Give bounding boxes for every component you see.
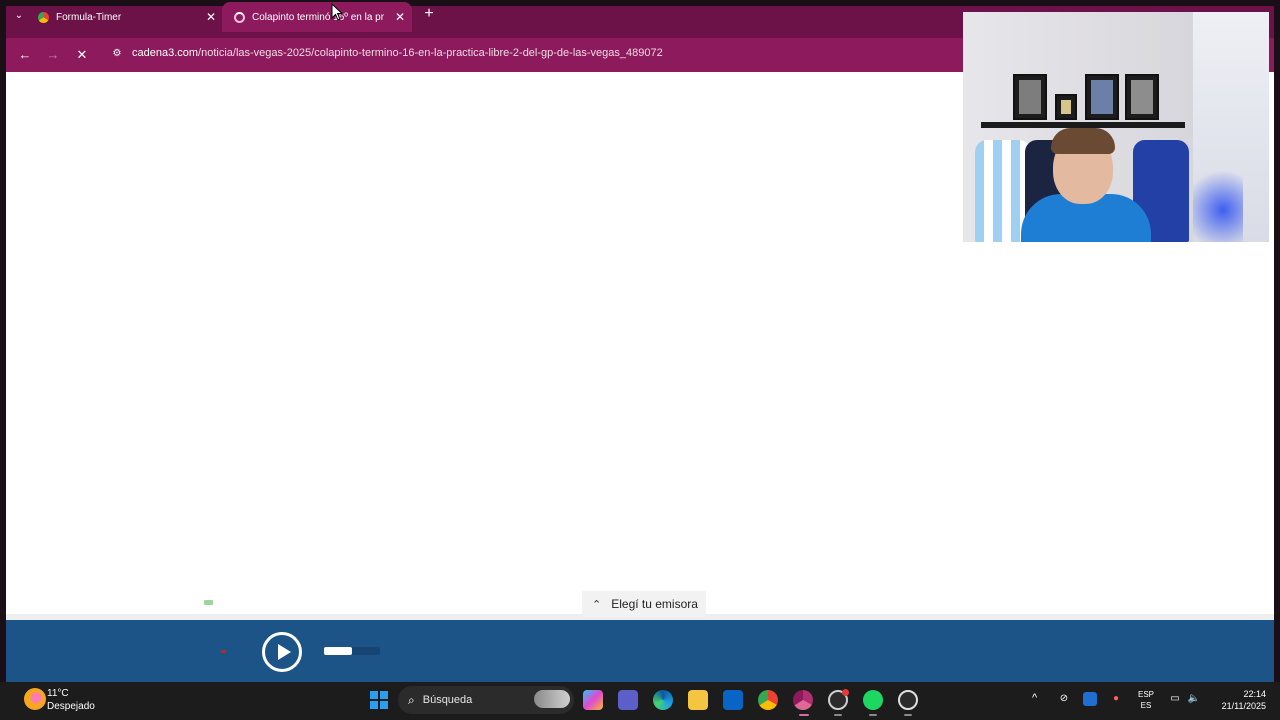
network-icon[interactable]: ▭	[1168, 692, 1182, 706]
mouse-cursor-icon	[331, 3, 343, 21]
stop-loading-button[interactable]: ✕	[73, 46, 91, 64]
active-app-indicator	[799, 714, 809, 716]
clock-time: 22:14	[1243, 689, 1266, 699]
screen: ⌄ Formula-Timer ✕ Colapinto terminó 16º …	[0, 0, 1280, 720]
url-host: cadena3.com	[132, 47, 199, 59]
volume-slider-fill	[324, 647, 352, 655]
new-tab-button[interactable]: +	[420, 6, 438, 24]
tray-overflow-chevron-icon[interactable]: ^	[1032, 692, 1037, 704]
clock-date: 21/11/2025	[1221, 701, 1266, 711]
language-code: ESP	[1138, 690, 1155, 699]
chrome-favicon-icon	[38, 11, 49, 23]
tab-colapinto[interactable]: Colapinto terminó 16º en la prá ✕	[222, 2, 412, 32]
webcam-frame	[1013, 74, 1047, 120]
webcam-frame	[1125, 74, 1159, 120]
webcam-frame	[1055, 94, 1077, 120]
teams-icon[interactable]	[618, 690, 638, 710]
volume-slider[interactable]	[324, 647, 380, 655]
microphone-icon[interactable]: ●	[1109, 692, 1123, 706]
open-app-indicator	[869, 714, 877, 716]
copilot-icon[interactable]	[583, 690, 603, 710]
chrome-profile-icon[interactable]	[793, 690, 813, 710]
forward-button[interactable]: →	[44, 46, 62, 64]
chrome-icon[interactable]	[758, 690, 778, 710]
tab-formula-timer[interactable]: Formula-Timer ✕	[38, 2, 222, 32]
site-info-icon[interactable]: ⚙	[110, 48, 124, 62]
keyboard-layout: ES	[1140, 701, 1152, 710]
choose-station-label: Elegí tu emisora	[611, 597, 698, 611]
tab-list-button[interactable]: ⌄	[10, 6, 28, 24]
network-off-icon[interactable]: ⊘	[1057, 692, 1071, 706]
start-button[interactable]	[370, 691, 388, 709]
live-marker	[221, 650, 226, 653]
language-indicator[interactable]: ESP ES	[1138, 689, 1154, 711]
chevron-up-icon: ⌃	[592, 598, 602, 611]
open-app-indicator	[834, 714, 842, 716]
weather-icon[interactable]	[24, 688, 46, 710]
defender-icon[interactable]	[1083, 692, 1097, 706]
webcam-person	[1021, 128, 1151, 242]
webcam-led-light	[1193, 162, 1243, 242]
search-icon: ⌕	[408, 692, 415, 707]
choose-station-button[interactable]: ⌃ Elegí tu emisora	[582, 591, 706, 617]
green-indicator	[204, 600, 213, 605]
loading-spinner-icon	[234, 11, 245, 23]
webcam-frame	[1085, 74, 1119, 120]
tab-title: Colapinto terminó 16º en la prá	[252, 11, 384, 23]
radio-player-bar	[6, 620, 1274, 682]
tab-title: Formula-Timer	[56, 11, 122, 23]
media-player-icon[interactable]	[898, 690, 918, 710]
spotify-icon[interactable]	[863, 690, 883, 710]
address-bar[interactable]: cadena3.com/noticia/las-vegas-2025/colap…	[132, 47, 663, 59]
back-button[interactable]: ←	[16, 46, 34, 64]
outlook-icon[interactable]	[723, 690, 743, 710]
volume-icon[interactable]: 🔈	[1187, 692, 1201, 706]
search-highlight-icon	[534, 690, 570, 708]
edge-icon[interactable]	[653, 690, 673, 710]
recording-badge	[842, 689, 849, 696]
close-icon[interactable]: ✕	[206, 11, 216, 23]
system-clock[interactable]: 22:14 21/11/2025	[1212, 688, 1266, 712]
url-path: /noticia/las-vegas-2025/colapinto-termin…	[198, 47, 663, 59]
open-app-indicator	[904, 714, 912, 716]
weather-temperature[interactable]: 11°C	[47, 688, 69, 699]
webcam-overlay	[963, 12, 1269, 242]
play-button[interactable]	[262, 632, 302, 672]
weather-description[interactable]: Despejado	[47, 701, 95, 712]
search-placeholder: Búsqueda	[422, 694, 473, 706]
close-icon[interactable]: ✕	[395, 11, 405, 23]
file-explorer-icon[interactable]	[688, 690, 708, 710]
